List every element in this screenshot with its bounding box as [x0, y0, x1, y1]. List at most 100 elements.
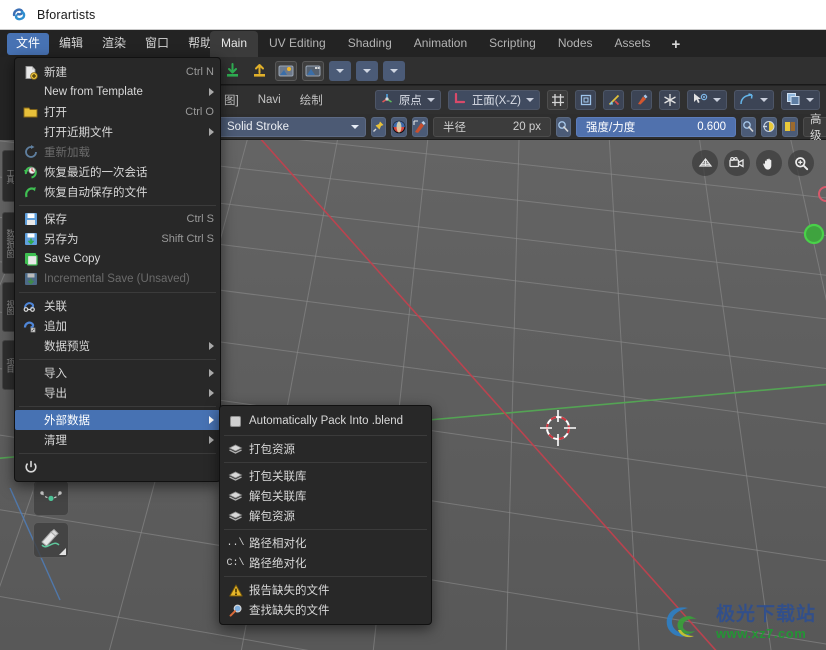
pan-view-icon[interactable]: [756, 150, 782, 176]
save-file-icon[interactable]: [248, 61, 270, 81]
menu-item-link[interactable]: 关联: [15, 296, 220, 316]
submenu-item-pack-resources[interactable]: 打包资源: [220, 439, 431, 459]
dropdown-2[interactable]: [356, 60, 378, 81]
tab-uv-editing[interactable]: UV Editing: [258, 31, 337, 57]
menu-separator: [19, 453, 216, 454]
tab-animation[interactable]: Animation: [403, 31, 478, 57]
checkbox-icon[interactable]: [225, 413, 246, 429]
axis-navigation-gizmo[interactable]: [784, 182, 826, 268]
find-files-icon: [225, 602, 246, 618]
radius-pressure-icon[interactable]: [556, 116, 571, 137]
orientation-label: 正面(X-Z): [471, 95, 521, 107]
radius-field[interactable]: 半径 20 px: [433, 116, 551, 137]
pivot-dropdown[interactable]: 原点: [374, 90, 441, 110]
add-workspace-button[interactable]: +: [662, 35, 691, 57]
brush-material-icon[interactable]: [412, 116, 428, 137]
strength-field[interactable]: 强度/力度 0.600: [576, 116, 736, 137]
menu-item-save-copy[interactable]: Save Copy: [15, 249, 220, 269]
submenu-item-unpack-resources[interactable]: 解包资源: [220, 506, 431, 526]
tool-expand-corner-icon: [59, 548, 66, 555]
tab-scripting[interactable]: Scripting: [478, 31, 547, 57]
tab-assets[interactable]: Assets: [604, 31, 662, 57]
menu-item-open[interactable]: 打开 Ctrl O: [15, 102, 220, 122]
menu-separator: [224, 576, 427, 577]
draw-tool-icon[interactable]: [33, 522, 69, 558]
viewport-menu-navi[interactable]: Navi: [252, 94, 287, 106]
blank-icon: [20, 338, 41, 354]
menu-item-clean-up[interactable]: 清理: [15, 430, 220, 450]
advanced-dropdown[interactable]: 高级: [803, 114, 826, 142]
menu-item-new[interactable]: 新建 Ctrl N: [15, 62, 220, 82]
menu-item-quit[interactable]: [15, 457, 220, 477]
orientation-dropdown[interactable]: 正面(X-Z): [447, 90, 540, 110]
falloff-b-icon[interactable]: [782, 116, 798, 137]
tab-main[interactable]: Main: [210, 31, 259, 57]
menu-item-label: 重新加载: [44, 147, 90, 159]
ortho-perspective-icon[interactable]: [692, 150, 718, 176]
viewport-header: 图] Navi 绘制 原点 正面(X-Z): [210, 86, 826, 114]
curve-mode-dropdown[interactable]: [734, 90, 774, 110]
revert-session-icon: [20, 164, 41, 180]
menu-file[interactable]: 文件: [7, 32, 50, 55]
proportional-edit-icon[interactable]: [575, 90, 596, 110]
submenu-item-report-missing-files[interactable]: 报告缺失的文件: [220, 580, 431, 600]
submenu-item-make-paths-absolute[interactable]: C:\ 路径绝对化: [220, 553, 431, 573]
camera-view-icon[interactable]: [724, 150, 750, 176]
menu-item-data-preview[interactable]: 数据预览: [15, 336, 220, 356]
submenu-arrow-icon: [209, 128, 214, 136]
open-file-icon[interactable]: [221, 61, 243, 81]
menu-item-export[interactable]: 导出: [15, 383, 220, 403]
strength-value: 0.600: [697, 120, 726, 133]
menu-separator: [19, 292, 216, 293]
snow-overlay-icon[interactable]: [659, 90, 680, 110]
tab-shading[interactable]: Shading: [337, 31, 403, 57]
grid-snap-icon[interactable]: [547, 90, 568, 110]
menu-item-import[interactable]: 导入: [15, 363, 220, 383]
pack-icon: [225, 468, 246, 484]
menu-item-revert-session[interactable]: 恢复最近的一次会话: [15, 162, 220, 182]
menu-item-label: 清理: [44, 435, 67, 447]
submenu-item-label: 查找缺失的文件: [249, 605, 330, 617]
select-mode-dropdown[interactable]: [687, 90, 727, 110]
brush-overlay-icon[interactable]: [631, 90, 652, 110]
submenu-item-pack-linked-libraries[interactable]: 打包关联库: [220, 466, 431, 486]
submenu-item-make-paths-relative[interactable]: ..\ 路径相对化: [220, 533, 431, 553]
menu-render[interactable]: 渲染: [93, 33, 135, 55]
absolute-path-icon: C:\: [226, 557, 245, 569]
viewport-menu-draw[interactable]: 绘制: [294, 92, 329, 108]
submenu-item-label: 解包资源: [249, 511, 295, 523]
submenu-item-unpack-linked-libraries[interactable]: 解包关联库: [220, 486, 431, 506]
brush-color-icon[interactable]: [391, 116, 407, 137]
menu-item-shortcut: Shift Ctrl S: [161, 233, 214, 245]
overlay-mode-dropdown[interactable]: [781, 90, 820, 110]
render-image-icon[interactable]: [275, 60, 297, 81]
chevron-down-icon: [760, 98, 768, 102]
pin-icon[interactable]: [371, 116, 386, 137]
falloff-a-icon[interactable]: [761, 116, 777, 137]
cursor-tool-icon[interactable]: [33, 480, 69, 516]
file-menu-panel: 新建 Ctrl N New from Template 打开 Ctrl O 打开…: [14, 57, 221, 482]
tab-nodes[interactable]: Nodes: [547, 31, 604, 57]
submenu-item-find-missing-files[interactable]: 查找缺失的文件: [220, 600, 431, 620]
menu-item-save-as[interactable]: 另存为 Shift Ctrl S: [15, 229, 220, 249]
menu-item-save[interactable]: 保存 Ctrl S: [15, 209, 220, 229]
menu-item-append[interactable]: 追加: [15, 316, 220, 336]
menu-window[interactable]: 窗口: [136, 33, 178, 55]
radius-label: 半径: [443, 121, 466, 134]
submenu-arrow-icon: [209, 416, 214, 424]
zoom-view-icon[interactable]: [788, 150, 814, 176]
submenu-item-auto-pack[interactable]: Automatically Pack Into .blend: [220, 410, 431, 432]
dropdown-3[interactable]: [383, 60, 405, 81]
xray-toggle-icon[interactable]: [603, 90, 624, 110]
menu-item-recover-autosave[interactable]: 恢复自动保存的文件: [15, 182, 220, 202]
menu-edit[interactable]: 编辑: [50, 33, 92, 55]
incremental-save-icon: [20, 271, 41, 287]
render-animation-icon[interactable]: [302, 60, 324, 81]
brush-select[interactable]: Solid Stroke: [218, 116, 366, 137]
strength-pressure-icon[interactable]: [741, 116, 756, 137]
chevron-down-icon: [390, 68, 398, 73]
menu-item-open-recent[interactable]: 打开近期文件: [15, 122, 220, 142]
menu-item-external-data[interactable]: 外部数据: [15, 410, 220, 430]
menu-item-new-from-template[interactable]: New from Template: [15, 82, 220, 102]
dropdown-1[interactable]: [329, 60, 351, 81]
